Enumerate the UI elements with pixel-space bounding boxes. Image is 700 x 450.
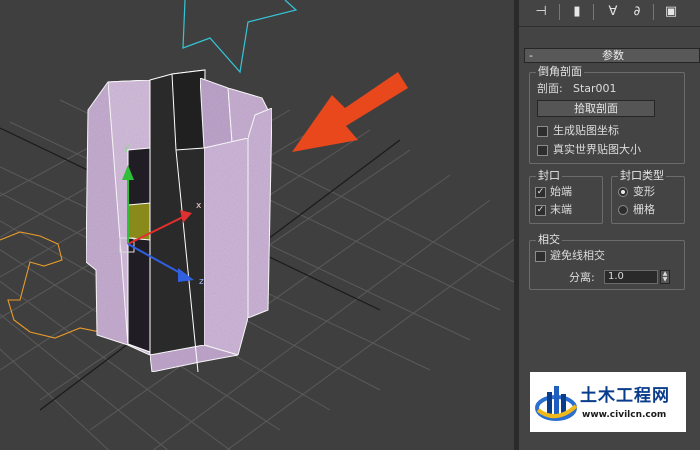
- cap-type-morph-label: 变形: [633, 185, 655, 198]
- annotation-arrow: [292, 72, 408, 152]
- group-title: 封口: [536, 169, 562, 183]
- modifier-stack-toolbar: ⊣ ▮ ∀ ∂ ▣: [519, 0, 700, 27]
- separation-label: 分离:: [569, 271, 595, 284]
- make-unique-icon[interactable]: ∂: [625, 2, 649, 22]
- bevel-profile-object: [85, 69, 273, 373]
- real-world-map-checkbox[interactable]: [537, 145, 548, 156]
- configure-modifier-sets-icon[interactable]: ▣: [659, 2, 683, 22]
- profile-name: Star001: [573, 82, 617, 95]
- gen-map-coords-label: 生成贴图坐标: [553, 124, 619, 137]
- cap-start-label: 始端: [550, 185, 572, 198]
- cap-start-checkbox[interactable]: ✓: [535, 187, 546, 198]
- site-url: www.civilcn.com: [582, 410, 667, 420]
- toolbar-separator: [559, 4, 560, 20]
- show-end-result-icon[interactable]: ∀: [601, 2, 625, 22]
- toolbar-separator: [593, 4, 594, 20]
- perspective-viewport[interactable]: y x z: [0, 0, 514, 450]
- active-modifier-icon[interactable]: ▮: [565, 2, 589, 22]
- y-axis-label: y: [124, 143, 130, 153]
- cap-type-morph-radio[interactable]: [618, 187, 628, 197]
- gen-map-coords-checkbox[interactable]: [537, 126, 548, 137]
- parameters-rollout-header[interactable]: - 参数: [524, 48, 700, 63]
- x-axis-label: x: [196, 201, 202, 211]
- group-title: 封口类型: [618, 169, 666, 183]
- profile-label: 剖面:: [537, 82, 563, 95]
- cap-type-grid-radio[interactable]: [618, 205, 628, 215]
- site-logo-icon: [535, 386, 578, 421]
- rollout-title: 参数: [602, 49, 624, 62]
- avoid-line-intersections-checkbox[interactable]: [535, 251, 546, 262]
- group-title: 倒角剖面: [536, 65, 584, 79]
- pin-stack-icon[interactable]: ⊣: [529, 2, 553, 22]
- avoid-line-intersections-label: 避免线相交: [550, 249, 605, 262]
- toolbar-separator: [653, 4, 654, 20]
- viewport-scene: y x z: [0, 0, 514, 450]
- cap-end-label: 末端: [550, 203, 572, 216]
- star-shape: [182, 0, 298, 74]
- site-watermark: 土木工程网 www.civilcn.com: [530, 372, 686, 432]
- separation-spinner[interactable]: ▲ ▼: [660, 270, 670, 284]
- pick-profile-button[interactable]: 拾取剖面: [537, 100, 655, 117]
- real-world-map-label: 真实世界贴图大小: [553, 143, 641, 156]
- group-title: 相交: [536, 233, 562, 247]
- separation-input[interactable]: 1.0: [604, 270, 658, 284]
- cap-type-grid-label: 栅格: [633, 203, 655, 216]
- site-title: 土木工程网: [580, 386, 670, 406]
- z-axis-label: z: [199, 277, 204, 287]
- cap-end-checkbox[interactable]: ✓: [535, 205, 546, 216]
